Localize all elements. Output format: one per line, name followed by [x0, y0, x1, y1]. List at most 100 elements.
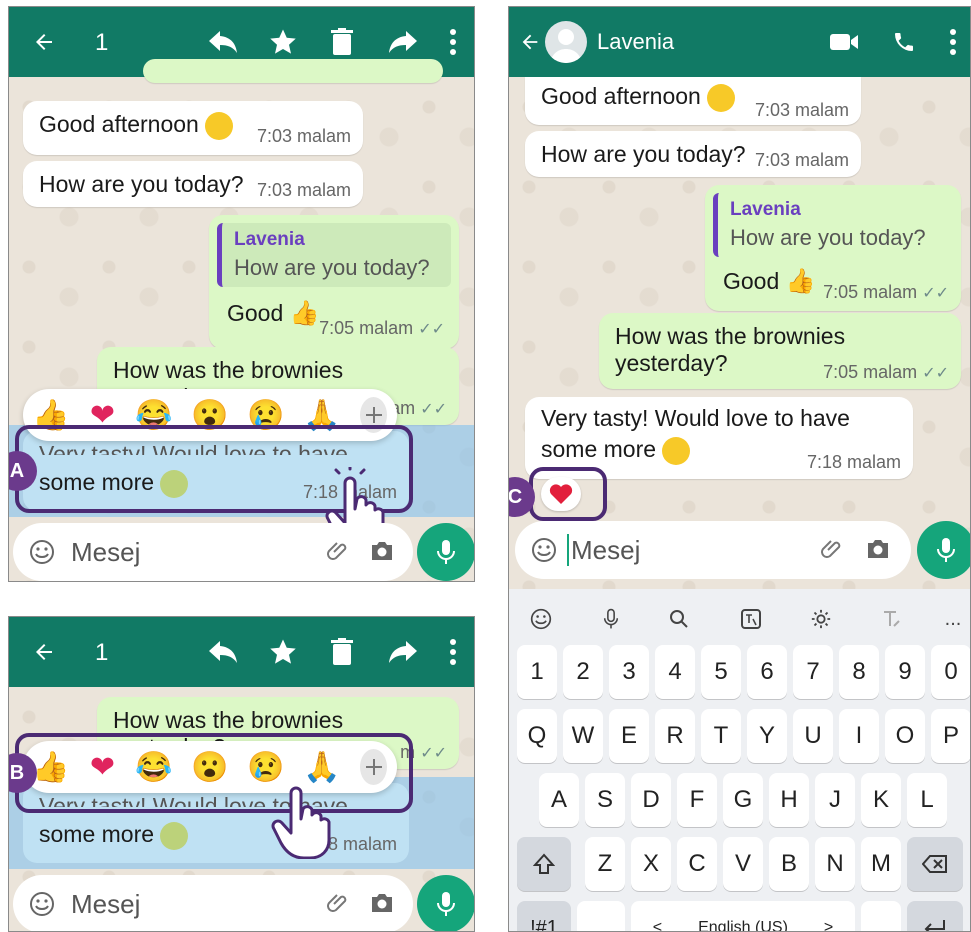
message-input[interactable]: Mesej	[71, 537, 140, 568]
letter-key-l[interactable]: L	[907, 773, 947, 827]
letter-key-s[interactable]: S	[585, 773, 625, 827]
number-key-3[interactable]: 3	[609, 645, 649, 699]
backspace-key[interactable]	[907, 837, 963, 891]
message-input-bar[interactable]: Mesej	[13, 875, 413, 931]
message-input-bar[interactable]: Mesej	[515, 521, 911, 579]
text-style-icon[interactable]	[871, 599, 911, 639]
quoted-message[interactable]: Lavenia How are you today?	[713, 193, 953, 257]
camera-icon[interactable]	[865, 537, 891, 566]
number-key-5[interactable]: 5	[701, 645, 741, 699]
symbols-key[interactable]: !#1	[517, 901, 571, 931]
letter-key-c[interactable]: C	[677, 837, 717, 891]
reply-icon[interactable]	[205, 635, 241, 669]
message-input[interactable]: Mesej	[71, 889, 140, 920]
contact-name[interactable]: Lavenia	[597, 29, 674, 55]
letter-key-k[interactable]: K	[861, 773, 901, 827]
period-key[interactable]	[861, 901, 901, 931]
video-call-icon[interactable]	[827, 25, 861, 59]
letter-key-b[interactable]: B	[769, 837, 809, 891]
delete-icon[interactable]	[327, 25, 357, 59]
number-key-7[interactable]: 7	[793, 645, 833, 699]
message-input-bar[interactable]: Mesej	[13, 523, 413, 581]
letter-key-u[interactable]: U	[793, 709, 833, 763]
message-good-afternoon[interactable]: Good afternoon 7:03 malam	[23, 101, 363, 155]
message-how-are-you[interactable]: How are you today? 7:03 malam	[23, 161, 363, 207]
number-key-4[interactable]: 4	[655, 645, 695, 699]
camera-icon[interactable]	[369, 891, 395, 920]
letter-key-w[interactable]: W	[563, 709, 603, 763]
voice-input-icon[interactable]	[591, 599, 631, 639]
spacebar-language-label: English (US)	[698, 919, 788, 932]
voice-message-button[interactable]	[417, 523, 474, 581]
attachment-icon[interactable]	[327, 539, 351, 568]
letter-key-v[interactable]: V	[723, 837, 763, 891]
voice-call-icon[interactable]	[889, 25, 919, 59]
back-arrow-icon[interactable]	[27, 25, 61, 59]
letter-key-x[interactable]: X	[631, 837, 671, 891]
message-input[interactable]: Mesej	[571, 535, 640, 566]
attachment-icon[interactable]	[327, 891, 351, 920]
letter-key-p[interactable]: P	[931, 709, 970, 763]
back-arrow-icon[interactable]	[27, 635, 61, 669]
star-icon[interactable]	[265, 635, 301, 669]
more-tools-icon[interactable]: ...	[933, 599, 970, 639]
more-options-icon[interactable]	[443, 635, 463, 669]
emoji-icon[interactable]	[529, 535, 559, 565]
letter-key-q[interactable]: Q	[517, 709, 557, 763]
more-options-icon[interactable]	[443, 25, 463, 59]
spacebar-key[interactable]: < English (US) >	[631, 901, 855, 932]
back-arrow-icon[interactable]	[517, 25, 543, 59]
letter-key-o[interactable]: O	[885, 709, 925, 763]
settings-gear-icon[interactable]	[801, 599, 841, 639]
letter-key-r[interactable]: R	[655, 709, 695, 763]
letter-key-h[interactable]: H	[769, 773, 809, 827]
message-reply-good[interactable]: Lavenia How are you today? Good 👍 7:05 m…	[705, 185, 961, 311]
letter-key-z[interactable]: Z	[585, 837, 625, 891]
comma-key[interactable]	[577, 901, 625, 931]
delete-icon[interactable]	[327, 635, 357, 669]
number-key-9[interactable]: 9	[885, 645, 925, 699]
message-how-are-you[interactable]: How are you today? 7:03 malam	[525, 131, 861, 177]
translate-icon[interactable]	[731, 599, 771, 639]
message-time: 7:05 malam ✓✓	[823, 282, 949, 303]
letter-key-a[interactable]: A	[539, 773, 579, 827]
message-time: 7:03 malam	[256, 180, 351, 200]
reply-icon[interactable]	[205, 25, 241, 59]
search-icon[interactable]	[659, 599, 699, 639]
letter-key-y[interactable]: Y	[747, 709, 787, 763]
emoji-keyboard-icon[interactable]	[521, 599, 561, 639]
number-key-6[interactable]: 6	[747, 645, 787, 699]
letter-key-d[interactable]: D	[631, 773, 671, 827]
attachment-icon[interactable]	[821, 537, 845, 566]
message-brownies[interactable]: How was the brownies yesterday? 7:05 mal…	[599, 313, 961, 389]
letter-key-t[interactable]: T	[701, 709, 741, 763]
camera-icon[interactable]	[369, 539, 395, 568]
enter-key[interactable]	[907, 901, 963, 931]
letter-key-f[interactable]: F	[677, 773, 717, 827]
letter-key-i[interactable]: I	[839, 709, 879, 763]
yum-emoji-icon	[662, 436, 691, 465]
number-key-2[interactable]: 2	[563, 645, 603, 699]
number-key-0[interactable]: 0	[931, 645, 970, 699]
voice-message-button[interactable]	[417, 875, 474, 931]
letter-key-n[interactable]: N	[815, 837, 855, 891]
number-key-1[interactable]: 1	[517, 645, 557, 699]
letter-key-j[interactable]: J	[815, 773, 855, 827]
shift-key[interactable]	[517, 837, 571, 891]
message-time-text: 7:05 malam	[823, 362, 918, 382]
emoji-icon[interactable]	[27, 889, 57, 919]
forward-icon[interactable]	[385, 25, 421, 59]
number-key-8[interactable]: 8	[839, 645, 879, 699]
contact-avatar[interactable]	[545, 21, 587, 63]
forward-icon[interactable]	[385, 635, 421, 669]
emoji-icon[interactable]	[27, 537, 57, 567]
message-reply-good[interactable]: Lavenia How are you today? Good 👍 7:05 m…	[209, 215, 459, 349]
quoted-message[interactable]: Lavenia How are you today?	[217, 223, 451, 287]
voice-message-button[interactable]	[917, 521, 970, 579]
more-options-icon[interactable]	[945, 25, 961, 59]
star-icon[interactable]	[265, 25, 301, 59]
letter-key-g[interactable]: G	[723, 773, 763, 827]
letter-key-e[interactable]: E	[609, 709, 649, 763]
message-good-afternoon[interactable]: Good afternoon 7:03 malam	[525, 77, 861, 125]
letter-key-m[interactable]: M	[861, 837, 901, 891]
